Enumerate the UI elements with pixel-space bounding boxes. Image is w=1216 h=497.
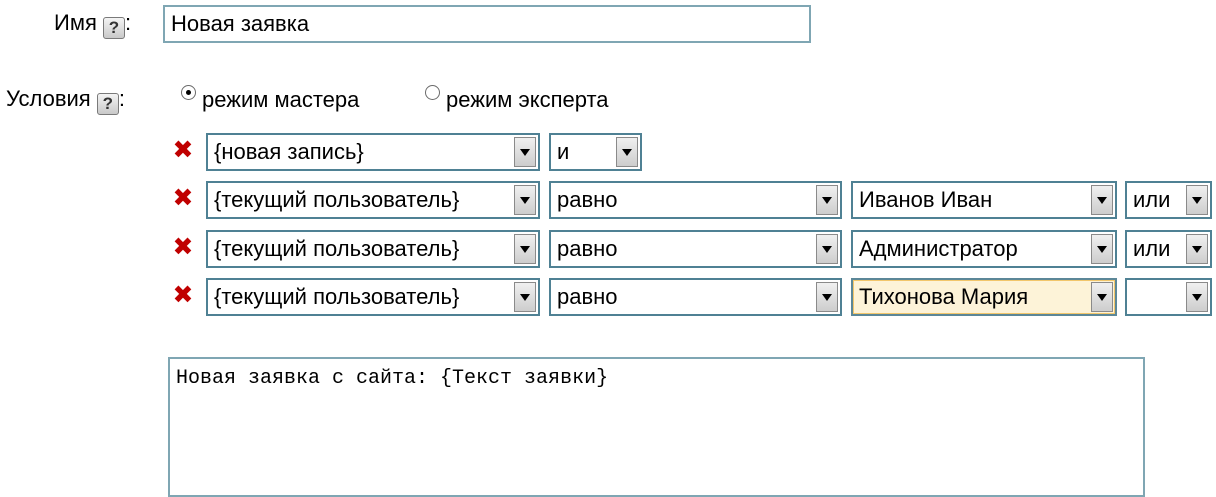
- condition-4-field-value: {текущий пользователь}: [214, 284, 460, 309]
- conditions-help-icon[interactable]: ?: [96, 93, 119, 115]
- condition-1-logic-select[interactable]: и: [549, 133, 642, 171]
- name-label-row: Имя ?:: [54, 9, 131, 39]
- condition-2-logic-value: или: [1133, 187, 1171, 212]
- condition-3-logic-value: или: [1133, 236, 1171, 261]
- message-textarea[interactable]: Новая заявка с сайта: {Текст заявки}: [168, 357, 1145, 497]
- name-input[interactable]: [163, 5, 811, 43]
- conditions-label-row: Условия ?:: [6, 85, 125, 115]
- delete-condition-3-icon[interactable]: ✖: [172, 235, 194, 260]
- condition-4-operator-select[interactable]: равно: [549, 278, 842, 316]
- conditions-colon: :: [118, 86, 125, 111]
- condition-2-value-value: Иванов Иван: [859, 187, 993, 212]
- chevron-down-icon[interactable]: [514, 137, 536, 167]
- chevron-down-icon[interactable]: [816, 234, 838, 264]
- condition-4-field-select[interactable]: {текущий пользователь}: [206, 278, 540, 316]
- condition-1-field-select[interactable]: {новая запись}: [206, 133, 540, 171]
- chevron-down-icon[interactable]: [816, 282, 838, 312]
- chevron-down-icon[interactable]: [1091, 234, 1113, 264]
- mode-expert-radio[interactable]: [425, 85, 440, 100]
- chevron-down-icon[interactable]: [1091, 282, 1113, 312]
- condition-2-logic-select[interactable]: или: [1125, 181, 1212, 219]
- chevron-down-icon[interactable]: [1091, 185, 1113, 215]
- condition-3-value-select[interactable]: Администратор: [851, 230, 1117, 268]
- condition-2-operator-select[interactable]: равно: [549, 181, 842, 219]
- mode-wizard-label[interactable]: режим мастера: [202, 86, 359, 114]
- delete-condition-4-icon[interactable]: ✖: [172, 283, 194, 308]
- condition-4-operator-value: равно: [557, 284, 618, 309]
- mode-expert-label[interactable]: режим эксперта: [446, 86, 609, 114]
- chevron-down-icon[interactable]: [816, 185, 838, 215]
- condition-3-logic-select[interactable]: или: [1125, 230, 1212, 268]
- condition-3-value-value: Администратор: [859, 236, 1018, 261]
- chevron-down-icon[interactable]: [616, 137, 638, 167]
- condition-4-value-value: Тихонова Мария: [859, 284, 1029, 309]
- chevron-down-icon[interactable]: [514, 234, 536, 264]
- condition-4-logic-select[interactable]: [1125, 278, 1212, 316]
- name-colon: :: [124, 10, 132, 35]
- condition-4-value-select[interactable]: Тихонова Мария: [851, 278, 1117, 316]
- condition-2-value-select[interactable]: Иванов Иван: [851, 181, 1117, 219]
- condition-3-field-value: {текущий пользователь}: [214, 236, 460, 261]
- condition-3-operator-value: равно: [557, 236, 618, 261]
- condition-1-field-value: {новая запись}: [214, 139, 364, 164]
- chevron-down-icon[interactable]: [514, 185, 536, 215]
- condition-3-operator-select[interactable]: равно: [549, 230, 842, 268]
- delete-condition-2-icon[interactable]: ✖: [172, 186, 194, 211]
- name-help-icon[interactable]: ?: [102, 17, 125, 39]
- condition-2-field-select[interactable]: {текущий пользователь}: [206, 181, 540, 219]
- chevron-down-icon[interactable]: [1186, 234, 1208, 264]
- name-label: Имя: [54, 10, 97, 35]
- chevron-down-icon[interactable]: [1186, 282, 1208, 312]
- condition-2-field-value: {текущий пользователь}: [214, 187, 460, 212]
- chevron-down-icon[interactable]: [514, 282, 536, 312]
- condition-1-logic-value: и: [557, 139, 570, 164]
- condition-2-operator-value: равно: [557, 187, 618, 212]
- mode-wizard-radio[interactable]: [181, 85, 196, 100]
- conditions-label: Условия: [6, 86, 91, 111]
- delete-condition-1-icon[interactable]: ✖: [172, 138, 194, 163]
- chevron-down-icon[interactable]: [1186, 185, 1208, 215]
- condition-3-field-select[interactable]: {текущий пользователь}: [206, 230, 540, 268]
